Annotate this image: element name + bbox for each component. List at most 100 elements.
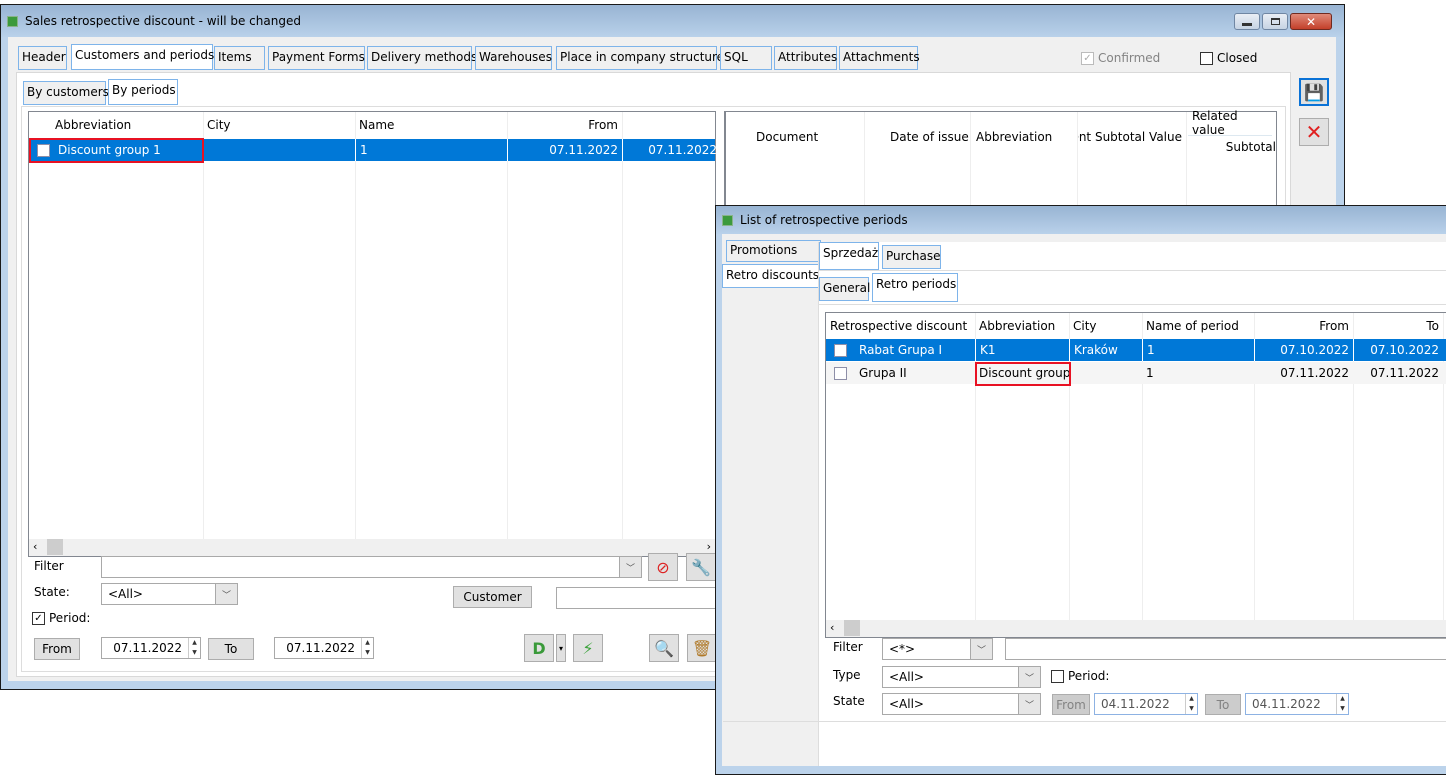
tab-header[interactable]: Header — [18, 46, 67, 70]
table-row[interactable]: Rabat Grupa I K1 Kraków 1 07.10.2022 07.… — [826, 339, 1446, 361]
to-date-spinner[interactable]: ▲ ▼ — [361, 638, 373, 658]
tab-warehouses[interactable]: Warehouses — [475, 46, 552, 70]
delete-button[interactable]: 🗑 — [687, 634, 717, 662]
tab-retro-periods[interactable]: Retro periods — [872, 273, 958, 302]
period-checkbox[interactable]: ✓ Period: — [32, 611, 90, 625]
cell-from: 07.11.2022 — [1280, 366, 1349, 380]
col-subtotal[interactable]: Subtotal — [1188, 134, 1276, 160]
tab-delivery-methods[interactable]: Delivery methods — [367, 46, 477, 70]
filter-input[interactable] — [1005, 638, 1446, 660]
list-right-area: Sprzedaż Purchase General Retro periods … — [723, 242, 1446, 766]
col-name-of-period[interactable]: Name of period — [1142, 313, 1254, 339]
minimize-button[interactable] — [1234, 13, 1260, 30]
chevron-down-icon[interactable]: ﹀ — [215, 584, 237, 604]
tab-customers-and-periods[interactable]: Customers and periods — [71, 44, 214, 70]
tab-sprzedaz[interactable]: Sprzedaż — [819, 242, 879, 270]
scroll-thumb[interactable] — [844, 620, 860, 636]
filter-combo[interactable]: <*> ﹀ — [882, 638, 993, 660]
closed-checkbox[interactable]: Closed — [1200, 51, 1257, 65]
chevron-down-icon[interactable]: ﹀ — [1018, 694, 1040, 714]
col-related-value[interactable]: Related value — [1188, 109, 1276, 137]
col-name[interactable]: Name — [355, 112, 507, 138]
table-row[interactable]: Discount group 1 1 07.11.2022 07.11.2022 — [29, 139, 717, 161]
horizontal-scrollbar[interactable]: ‹ — [826, 620, 1446, 637]
col-abbreviation[interactable]: Abbreviation — [975, 313, 1069, 339]
row-checkbox[interactable] — [37, 143, 50, 157]
from-date-spinner[interactable]: ▲ ▼ — [188, 638, 200, 658]
clear-filter-button[interactable]: ⊘ — [648, 553, 678, 581]
customer-button[interactable]: Customer — [453, 586, 532, 608]
scroll-right-icon[interactable]: › — [707, 540, 711, 553]
col-city[interactable]: City — [1069, 313, 1142, 339]
customer-input[interactable] — [556, 587, 717, 609]
generate-button[interactable]: ⚡ — [573, 634, 603, 662]
horizontal-scrollbar[interactable]: ‹ › — [29, 539, 715, 556]
filter-label: Filter — [833, 640, 863, 654]
tab-purchase[interactable]: Purchase — [882, 245, 941, 269]
from-date-spinner[interactable]: ▲ ▼ — [1185, 694, 1197, 714]
from-button[interactable]: From — [1052, 694, 1090, 715]
chevron-down-icon[interactable]: ﹀ — [970, 639, 992, 659]
save-button[interactable]: 💾 — [1299, 78, 1329, 106]
to-date-input[interactable]: 07.11.2022 ▲ ▼ — [274, 637, 374, 659]
tab-general[interactable]: General — [819, 277, 870, 301]
tab-retro-discounts[interactable]: Retro discounts — [722, 264, 820, 288]
col-from[interactable]: From — [507, 112, 622, 138]
tab-sql[interactable]: SQL — [720, 46, 772, 70]
col-abbreviation[interactable]: Abbreviation — [972, 124, 1056, 150]
table-row[interactable]: Grupa II Discount group 1 07.11.2022 07.… — [826, 362, 1446, 384]
filter-input[interactable]: ﹀ — [101, 556, 642, 578]
scroll-left-icon[interactable]: ‹ — [33, 540, 37, 553]
row-checkbox[interactable] — [834, 366, 847, 380]
periods-grid: Abbreviation City Name From Discount gro… — [28, 111, 717, 557]
maximize-button[interactable] — [1262, 13, 1288, 30]
from-date-input[interactable]: 07.11.2022 ▲ ▼ — [101, 637, 201, 659]
main-titlebar: Sales retrospective discount - will be c… — [1, 5, 1344, 37]
list-titlebar: List of retrospective periods — [716, 206, 1446, 234]
tab-place-in-company-structure[interactable]: Place in company structure — [556, 46, 724, 70]
cancel-button[interactable]: ✕ — [1299, 118, 1329, 146]
state-select[interactable]: <All> ﹀ — [101, 583, 238, 605]
from-button[interactable]: From — [34, 638, 80, 660]
col-retrospective-discount[interactable]: Retrospective discount — [826, 313, 975, 339]
list-window: List of retrospective periods Promotions… — [715, 205, 1446, 775]
tab-payment-forms[interactable]: Payment Forms — [268, 46, 365, 70]
chevron-down-icon[interactable]: ﹀ — [619, 557, 641, 577]
to-button[interactable]: To — [1205, 694, 1241, 715]
tab-promotions[interactable]: Promotions — [726, 240, 821, 262]
row-checkbox[interactable] — [834, 343, 847, 357]
tab-attachments[interactable]: Attachments — [839, 46, 920, 70]
from-date-input[interactable]: 04.11.2022 ▲ ▼ — [1094, 693, 1198, 715]
state-select[interactable]: <All> ﹀ — [882, 693, 1041, 715]
tab-items[interactable]: Items — [214, 46, 265, 70]
col-abbreviation[interactable]: Abbreviation — [51, 112, 203, 138]
search-button[interactable]: 🔍 — [649, 634, 679, 662]
from-date-value: 04.11.2022 — [1101, 697, 1170, 711]
col-date-of-issue[interactable]: Date of issue — [886, 124, 973, 150]
state-label: State — [833, 694, 865, 708]
import-button[interactable]: D — [524, 634, 554, 662]
tab-attributes[interactable]: Attributes — [774, 46, 837, 70]
scroll-thumb[interactable] — [47, 539, 63, 555]
col-to[interactable]: To — [1353, 313, 1443, 339]
close-button[interactable]: ✕ — [1290, 13, 1332, 30]
filter-settings-button[interactable]: 🔧 — [686, 553, 716, 581]
col-from[interactable]: From — [1254, 313, 1353, 339]
type-label: Type — [833, 668, 861, 682]
subtab-by-customers[interactable]: By customers — [23, 81, 109, 105]
confirmed-checkbox[interactable]: ✓ Confirmed — [1081, 51, 1160, 65]
to-date-spinner[interactable]: ▲ ▼ — [1336, 694, 1348, 714]
to-date-input[interactable]: 04.11.2022 ▲ ▼ — [1245, 693, 1349, 715]
col-document-subtotal-value[interactable]: Document Subtotal Value — [1078, 124, 1186, 150]
to-button[interactable]: To — [208, 638, 254, 660]
import-dropdown-button[interactable]: ▾ — [556, 634, 566, 662]
chevron-down-icon[interactable]: ﹀ — [1018, 667, 1040, 687]
col-city[interactable]: City — [203, 112, 355, 138]
type-select[interactable]: <All> ﹀ — [882, 666, 1041, 688]
col-document[interactable]: Document — [752, 124, 822, 150]
period-check-icon: ✓ — [32, 612, 45, 625]
scroll-left-icon[interactable]: ‹ — [830, 621, 834, 634]
filter-label: Filter — [34, 559, 64, 573]
period-checkbox[interactable]: Period: — [1051, 669, 1109, 683]
subtab-by-periods[interactable]: By periods — [108, 79, 178, 105]
